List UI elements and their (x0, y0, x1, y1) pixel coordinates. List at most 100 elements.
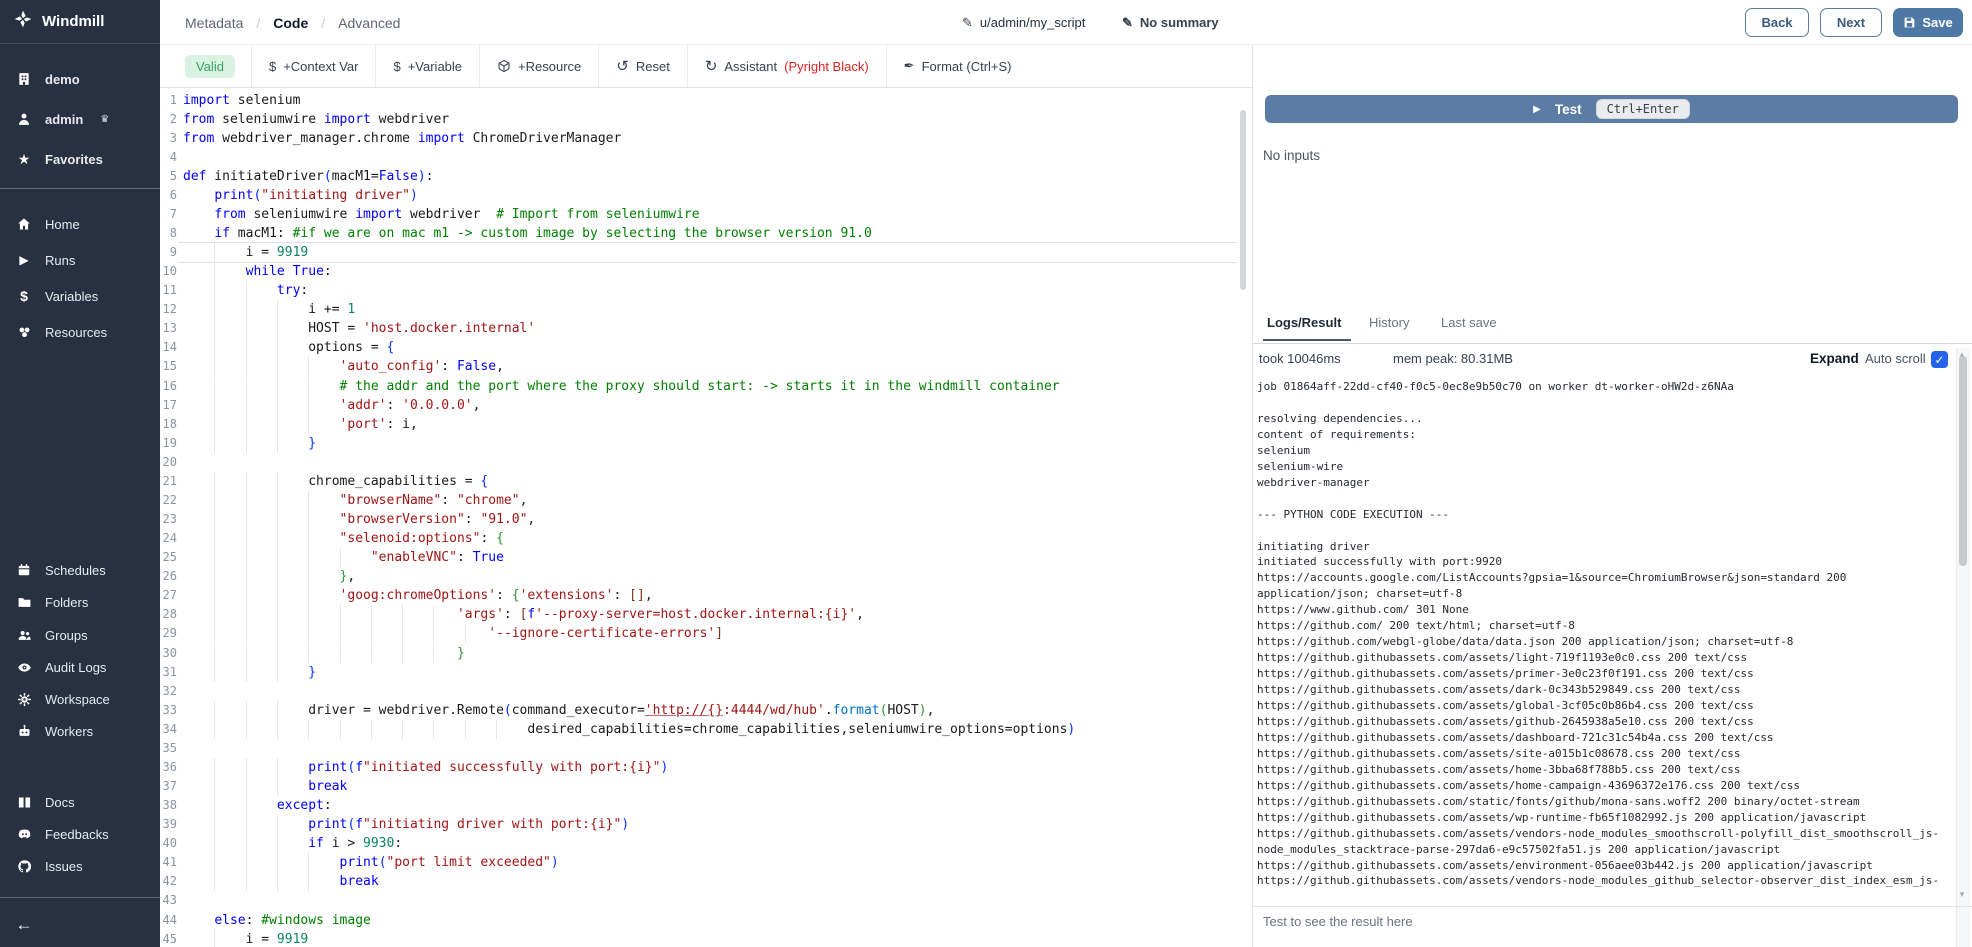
indent-guide (214, 357, 215, 376)
add-context-var-button[interactable]: $ +Context Var (251, 45, 376, 87)
indent-guide (277, 377, 278, 396)
log-line: https://github.com/ 200 text/html; chars… (1257, 618, 1575, 634)
line-number: 30 (160, 644, 177, 663)
indent-guide (371, 720, 372, 739)
code-line: 'addr': '0.0.0.0', (183, 396, 480, 415)
tab-separator: / (321, 15, 325, 31)
sidebar-item-folders[interactable]: Folders (0, 587, 160, 617)
scroll-down-icon[interactable]: ▼ (1958, 890, 1966, 899)
reset-button[interactable]: ↺ Reset (598, 45, 687, 87)
favorites-label: Favorites (45, 152, 103, 167)
sidebar-collapse-button[interactable]: ← (0, 910, 160, 940)
book-icon (16, 795, 32, 810)
sidebar-item-groups[interactable]: Groups (0, 620, 160, 650)
result-divider (1253, 906, 1972, 907)
tab-last-save[interactable]: Last save (1441, 315, 1497, 330)
add-variable-button[interactable]: $ +Variable (375, 45, 479, 87)
indent-guide (214, 815, 215, 834)
variables-label: Variables (45, 289, 98, 304)
line-number: 45 (160, 930, 177, 947)
line-number: 21 (160, 472, 177, 491)
line-number: 22 (160, 491, 177, 510)
sidebar-item-favorites[interactable]: ★ Favorites (0, 144, 160, 174)
indent-guide (246, 319, 247, 338)
format-button[interactable]: ✒ Format (Ctrl+S) (886, 45, 1029, 87)
sidebar-item-workers[interactable]: Workers (0, 716, 160, 746)
assistant-button[interactable]: ↻ Assistant (Pyright Black) (687, 45, 886, 87)
tab-code[interactable]: Code (273, 15, 308, 31)
sidebar-item-schedules[interactable]: Schedules (0, 555, 160, 585)
editor-scrollbar-thumb[interactable] (1240, 110, 1246, 290)
indent-guide (277, 357, 278, 376)
indent-guide (246, 853, 247, 872)
add-resource-button[interactable]: +Resource (479, 45, 598, 87)
log-output[interactable]: job 01864aff-22dd-cf40-f0c5-0ec8e9b50c70… (1253, 379, 1953, 947)
sidebar-item-workspace-settings[interactable]: Workspace (0, 684, 160, 714)
save-button[interactable]: Save (1893, 8, 1963, 37)
sidebar-item-workspace[interactable]: demo (0, 64, 160, 94)
add-variable-label: +Variable (408, 59, 462, 74)
script-summary-text: No summary (1140, 15, 1219, 30)
schedules-label: Schedules (45, 563, 106, 578)
log-line: https://accounts.google.com/ListAccounts… (1257, 570, 1846, 586)
line-number: 1 (160, 91, 177, 110)
code-line: print("initiating driver") (183, 186, 418, 205)
code-editor[interactable]: 1234567891011121314151617181920212223242… (160, 88, 1252, 947)
indent-guide (433, 720, 434, 739)
expand-button[interactable]: Expand (1810, 351, 1859, 366)
indent-guide (246, 548, 247, 567)
script-summary[interactable]: ✎ No summary (1122, 0, 1219, 45)
tab-history[interactable]: History (1369, 315, 1409, 330)
indent-guide (465, 624, 466, 643)
code-line: # the addr and the port where the proxy … (183, 377, 1060, 396)
app-logo[interactable]: Windmill (0, 0, 160, 44)
indent-guide (308, 567, 309, 586)
log-line: initiating driver (1257, 539, 1370, 555)
line-number: 37 (160, 777, 177, 796)
log-line: resolving dependencies... (1257, 411, 1423, 427)
indent-guide (465, 720, 466, 739)
current-line-box (178, 242, 1236, 263)
tab-metadata[interactable]: Metadata (185, 15, 243, 31)
log-line: https://github.githubassets.com/static/f… (1257, 794, 1860, 810)
line-number: 27 (160, 586, 177, 605)
eye-icon (16, 660, 32, 675)
indent-guide (214, 281, 215, 300)
log-line: https://github.githubassets.com/assets/d… (1257, 730, 1774, 746)
pencil-icon: ✎ (1122, 15, 1133, 31)
next-button[interactable]: Next (1820, 8, 1882, 37)
code-line: print(f"initiated successfully with port… (183, 758, 668, 777)
sidebar-item-user[interactable]: admin ♛ (0, 104, 160, 134)
log-line: node_modules_stacktrace-parse-297da6-e9c… (1257, 842, 1780, 858)
script-path[interactable]: ✎ u/admin/my_script (962, 0, 1085, 45)
indent-guide (308, 548, 309, 567)
line-number: 4 (160, 148, 177, 167)
sidebar-item-resources[interactable]: Resources (0, 317, 160, 347)
log-line: https://github.githubassets.com/assets/l… (1257, 650, 1747, 666)
sidebar-item-audit-logs[interactable]: Audit Logs (0, 652, 160, 682)
coins-icon (16, 325, 32, 340)
sidebar-item-runs[interactable]: ▶ Runs (0, 245, 160, 275)
sidebar-item-variables[interactable]: $ Variables (0, 281, 160, 311)
back-button[interactable]: Back (1745, 8, 1809, 37)
line-number: 41 (160, 853, 177, 872)
sidebar-item-issues[interactable]: Issues (0, 851, 160, 881)
tab-advanced[interactable]: Advanced (338, 15, 400, 31)
tab-separator: / (256, 15, 260, 31)
code-line: "selenoid:options": { (183, 529, 504, 548)
indent-guide (277, 434, 278, 453)
indent-guide (214, 319, 215, 338)
log-scrollbar-thumb[interactable] (1959, 356, 1967, 566)
indent-guide (340, 624, 341, 643)
play-icon: ▶ (16, 253, 32, 267)
code-line: chrome_capabilities = { (183, 472, 488, 491)
line-number: 40 (160, 834, 177, 853)
sidebar-item-docs[interactable]: Docs (0, 787, 160, 817)
tab-logs-result[interactable]: Logs/Result (1267, 315, 1341, 330)
save-label: Save (1922, 15, 1952, 30)
sidebar-item-feedbacks[interactable]: Feedbacks (0, 819, 160, 849)
home-icon (16, 217, 32, 231)
sidebar-item-home[interactable]: Home (0, 209, 160, 239)
autoscroll-checkbox[interactable]: ✓ (1931, 351, 1948, 368)
test-button[interactable]: ▶ Test Ctrl+Enter (1265, 95, 1958, 123)
